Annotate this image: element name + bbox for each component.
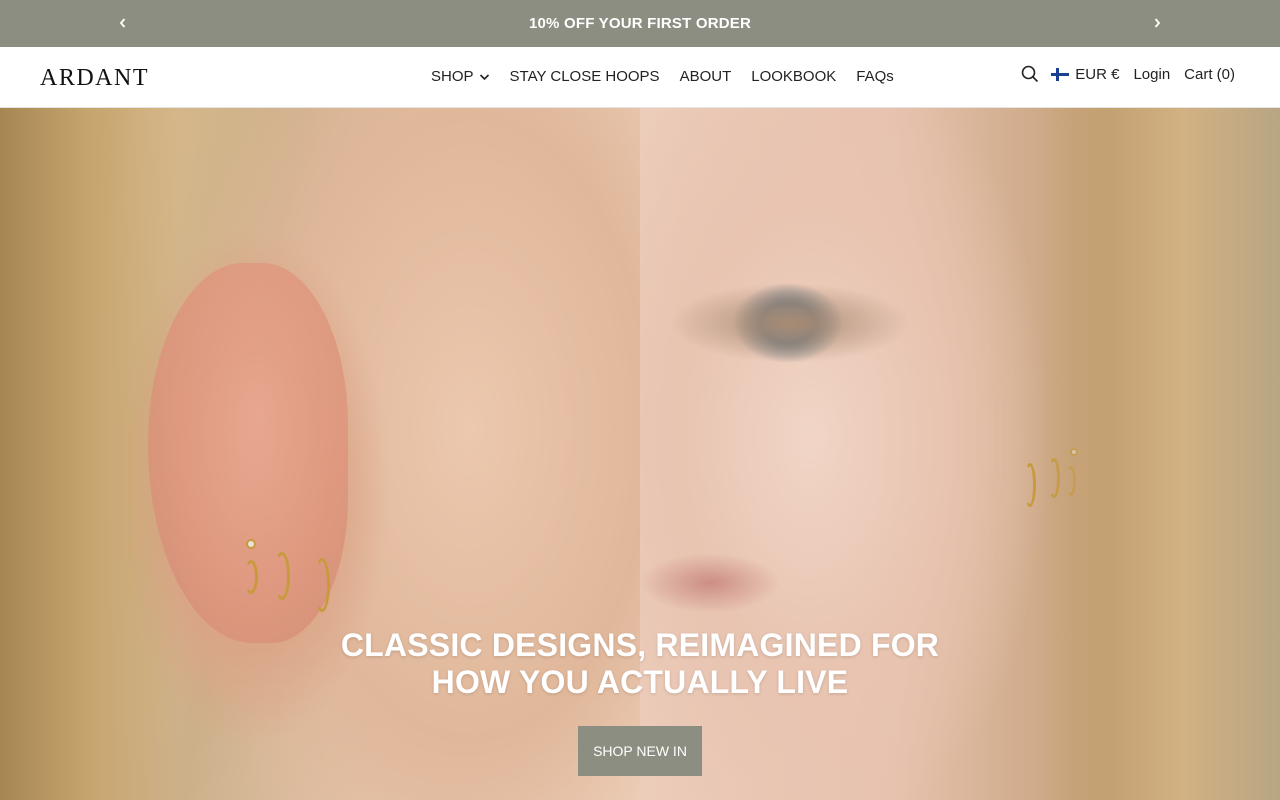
nav-item-shop[interactable]: SHOP	[431, 66, 490, 88]
login-link[interactable]: Login	[1133, 66, 1170, 83]
search-button[interactable]	[1021, 65, 1039, 83]
chevron-down-icon	[479, 73, 490, 81]
currency-label: EUR €	[1075, 65, 1120, 83]
announcement-next-button[interactable]	[1143, 9, 1171, 37]
nav-item-faqs[interactable]: FAQs	[856, 66, 894, 88]
shop-new-in-button[interactable]: SHOP NEW IN	[578, 726, 702, 776]
nav-item-lookbook[interactable]: LOOKBOOK	[751, 66, 836, 88]
search-icon	[1021, 65, 1039, 83]
hero-banner: CLASSIC DESIGNS, REIMAGINED FOR HOW YOU …	[0, 108, 1280, 800]
currency-selector[interactable]: EUR €	[1051, 66, 1119, 83]
site-header: ARDANT SHOP STAY CLOSE HOOPS ABOUT LOOKB…	[0, 47, 1280, 108]
hero-title-line1: CLASSIC DESIGNS, REIMAGINED FOR	[340, 627, 940, 663]
hoop-earring	[274, 552, 290, 600]
nav-item-stay-close-hoops[interactable]: STAY CLOSE HOOPS	[510, 66, 660, 88]
nav-item-about[interactable]: ABOUT	[680, 66, 732, 88]
hoop-earring	[244, 560, 258, 594]
nav-item-label: SHOP	[431, 68, 474, 85]
brand-logo[interactable]: ARDANT	[40, 66, 149, 90]
announcement-prev-button[interactable]	[109, 9, 137, 37]
chevron-right-icon	[1154, 18, 1161, 28]
announcement-bar: 10% OFF YOUR FIRST ORDER	[0, 0, 1280, 47]
header-tools: EUR € Login Cart (0)	[1021, 65, 1235, 83]
chevron-left-icon	[119, 18, 126, 28]
hero-title: CLASSIC DESIGNS, REIMAGINED FOR HOW YOU …	[0, 627, 1280, 701]
hoop-earring	[314, 558, 330, 612]
announcement-text[interactable]: 10% OFF YOUR FIRST ORDER	[529, 15, 751, 32]
finland-flag-icon	[1051, 67, 1070, 81]
main-nav: SHOP STAY CLOSE HOOPS ABOUT LOOKBOOK FAQ…	[431, 66, 894, 88]
cart-link[interactable]: Cart (0)	[1184, 66, 1235, 83]
hoop-earring	[1024, 463, 1036, 507]
hero-title-line2: HOW YOU ACTUALLY LIVE	[431, 664, 849, 700]
stud-earring	[246, 539, 256, 549]
